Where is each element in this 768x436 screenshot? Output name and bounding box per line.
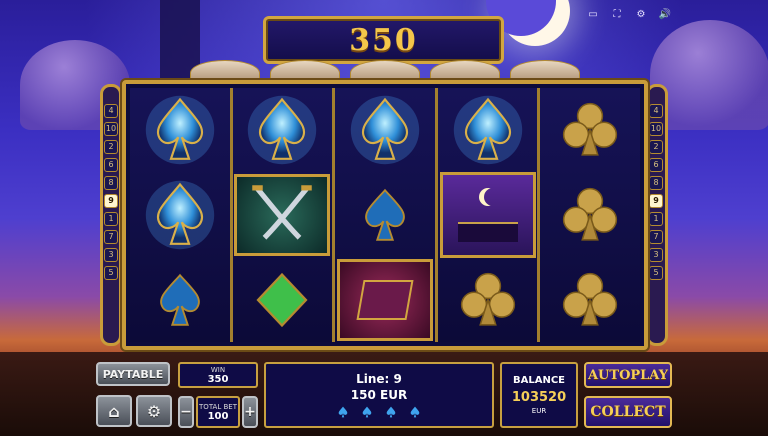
payline-indicator[interactable]: 7 bbox=[104, 230, 118, 244]
bet-decrease-button[interactable]: − bbox=[178, 396, 194, 428]
payline-indicator[interactable]: 4 bbox=[649, 104, 663, 118]
balance-currency: EUR bbox=[531, 407, 547, 415]
payline-indicator[interactable]: 5 bbox=[649, 266, 663, 280]
reels bbox=[130, 88, 640, 342]
total-bet-value: 100 bbox=[207, 410, 229, 422]
balance-value: 103520 bbox=[511, 390, 567, 405]
line-win-panel: Line: 9 150 EUR bbox=[264, 362, 494, 428]
payline-indicator[interactable]: 1 bbox=[104, 212, 118, 226]
sound-icon[interactable]: 🔊 bbox=[658, 9, 672, 20]
spade-icon bbox=[362, 406, 372, 418]
symbol-club bbox=[540, 88, 640, 173]
payline-indicator[interactable]: 9 bbox=[104, 194, 118, 208]
symbol-spade-glow bbox=[130, 88, 230, 173]
payline-indicator[interactable]: 2 bbox=[649, 140, 663, 154]
spade-icon bbox=[338, 406, 348, 418]
bet-increase-button[interactable]: + bbox=[242, 396, 258, 428]
symbol-palace bbox=[438, 172, 538, 258]
menu-icon[interactable]: ▭ bbox=[586, 9, 600, 20]
plus-icon: + bbox=[244, 404, 256, 420]
payline-indicator[interactable]: 2 bbox=[104, 140, 118, 154]
reel-5 bbox=[540, 88, 640, 342]
home-icon: ⌂ bbox=[108, 401, 120, 421]
symbol-swords bbox=[233, 173, 333, 258]
spade-icon bbox=[410, 406, 420, 418]
collect-button[interactable]: COLLECT bbox=[584, 396, 672, 428]
payline-indicator[interactable]: 1 bbox=[649, 212, 663, 226]
payline-indicator[interactable]: 7 bbox=[649, 230, 663, 244]
payline-indicator[interactable]: 6 bbox=[104, 158, 118, 172]
autoplay-label: AUTOPLAY bbox=[587, 367, 669, 383]
reel-frame bbox=[122, 80, 648, 350]
symbol-diamond bbox=[233, 257, 333, 342]
payline-indicator[interactable]: 8 bbox=[104, 176, 118, 190]
payline-indicator[interactable]: 10 bbox=[104, 122, 118, 136]
balance-label: BALANCE bbox=[512, 375, 565, 386]
payline-indicator[interactable]: 8 bbox=[649, 176, 663, 190]
spade-icon bbox=[386, 406, 396, 418]
payline-indicator[interactable]: 6 bbox=[649, 158, 663, 172]
symbol-spade bbox=[335, 173, 435, 258]
symbol-spade bbox=[130, 257, 230, 342]
symbol-spade-glow bbox=[233, 88, 333, 173]
total-bet-label: TOTAL BET bbox=[199, 402, 237, 411]
symbol-club bbox=[540, 173, 640, 258]
line-win-amount: 150 EUR bbox=[350, 388, 408, 402]
balance-panel: BALANCE 103520 EUR bbox=[500, 362, 578, 428]
autoplay-button[interactable]: AUTOPLAY bbox=[584, 362, 672, 388]
line-symbols bbox=[337, 406, 421, 418]
symbol-carpet bbox=[335, 257, 435, 342]
payline-indicator[interactable]: 3 bbox=[649, 248, 663, 262]
symbol-club bbox=[540, 257, 640, 342]
minus-icon: − bbox=[180, 404, 192, 420]
reel-1 bbox=[130, 88, 233, 342]
win-amount: 350 bbox=[349, 22, 418, 58]
win-panel: WIN 350 bbox=[178, 362, 258, 388]
home-button[interactable]: ⌂ bbox=[96, 395, 132, 427]
payline-indicator[interactable]: 3 bbox=[104, 248, 118, 262]
reel-4 bbox=[437, 88, 541, 342]
total-bet-panel: TOTAL BET 100 bbox=[196, 396, 240, 428]
payline-indicator[interactable]: 9 bbox=[649, 194, 663, 208]
gear-icon: ⚙ bbox=[146, 401, 162, 421]
fullscreen-icon[interactable]: ⛶ bbox=[610, 9, 624, 20]
top-toolbar: ▭ ⛶ ⚙ 🔊 bbox=[586, 9, 672, 20]
payline-indicators-left: 4 10 2 6 8 9 1 7 3 5 bbox=[104, 104, 122, 280]
collect-label: COLLECT bbox=[590, 404, 666, 420]
settings-icon[interactable]: ⚙ bbox=[634, 9, 648, 20]
line-text: Line: 9 bbox=[356, 372, 402, 386]
win-value: 350 bbox=[207, 373, 229, 385]
symbol-spade-glow bbox=[438, 88, 538, 172]
settings-button[interactable]: ⚙ bbox=[136, 395, 172, 427]
payline-indicator[interactable]: 5 bbox=[104, 266, 118, 280]
win-display: 350 bbox=[263, 16, 504, 64]
payline-indicators-right: 4 10 2 6 8 9 1 7 3 5 bbox=[649, 104, 667, 280]
paytable-label: PAYTABLE bbox=[102, 367, 164, 381]
symbol-spade-glow bbox=[335, 88, 435, 173]
reel-2 bbox=[232, 88, 336, 342]
paytable-button[interactable]: PAYTABLE bbox=[96, 362, 170, 386]
win-label: WIN bbox=[210, 365, 226, 374]
symbol-spade-glow bbox=[130, 173, 230, 258]
payline-indicator[interactable]: 4 bbox=[104, 104, 118, 118]
symbol-club bbox=[438, 258, 538, 342]
payline-indicator[interactable]: 10 bbox=[649, 122, 663, 136]
reel-3 bbox=[335, 88, 438, 342]
